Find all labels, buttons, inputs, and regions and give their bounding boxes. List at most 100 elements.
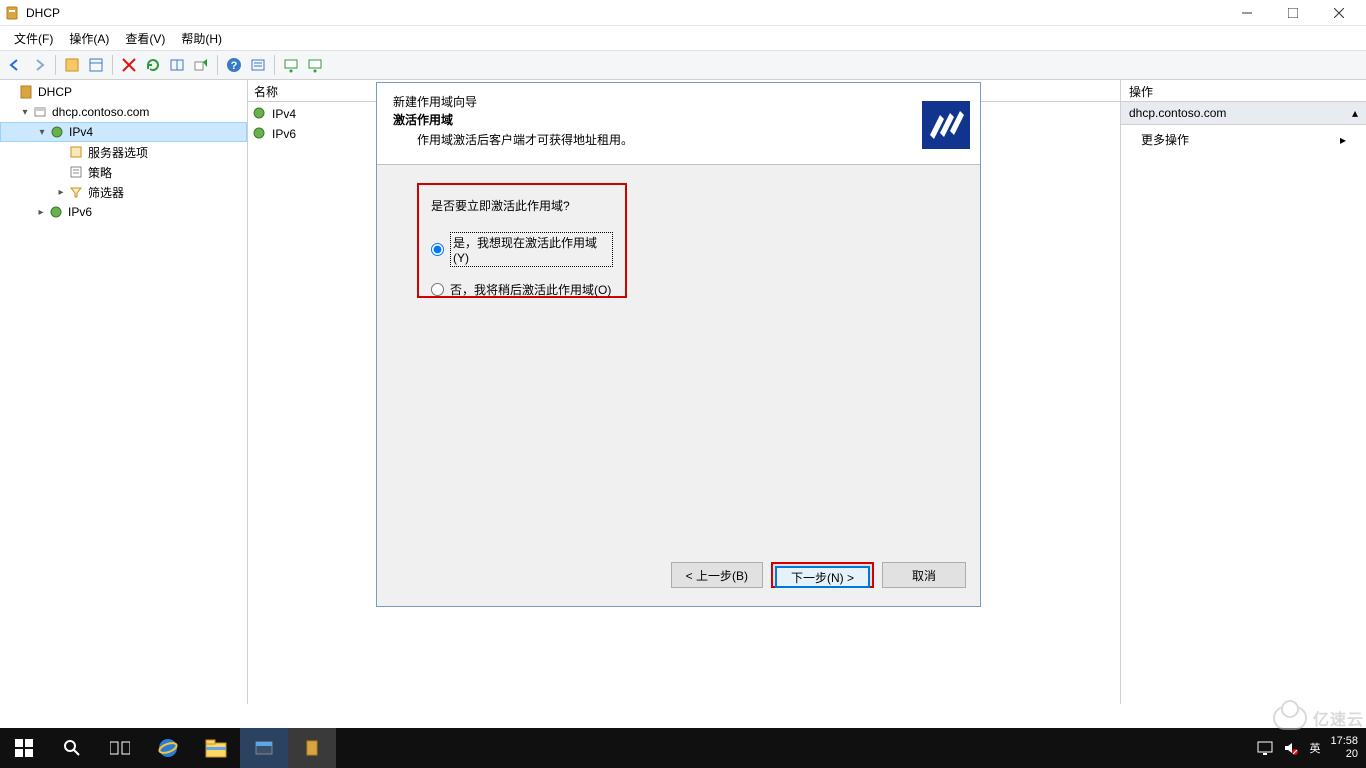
menu-view[interactable]: 查看(V): [117, 28, 173, 49]
title-bar: DHCP: [0, 0, 1366, 26]
toolbar-delete-icon[interactable]: [118, 54, 140, 76]
tray-volume-icon[interactable]: [1283, 741, 1299, 755]
menu-help[interactable]: 帮助(H): [173, 28, 230, 49]
wizard-description: 作用域激活后客户端才可获得地址租用。: [417, 131, 633, 148]
close-button[interactable]: [1316, 0, 1362, 26]
wizard-heading: 激活作用域: [393, 111, 453, 128]
radio-no-label: 否，我将稍后激活此作用域(O): [450, 281, 611, 298]
tree-label: IPv4: [69, 125, 93, 139]
nav-forward-button[interactable]: [28, 54, 50, 76]
list-pane: 名称 IPv4 IPv6 新建作用域向导 激活作用域 作用域激活后客户端才可获得…: [248, 80, 1121, 704]
collapse-icon[interactable]: ▴: [1352, 106, 1358, 120]
tree-node-filters[interactable]: ▸ 筛选器: [0, 182, 247, 202]
menu-file[interactable]: 文件(F): [6, 28, 61, 49]
caret-right-icon: ▸: [54, 187, 68, 198]
ipv4-icon: [252, 106, 268, 122]
toolbar-export-icon[interactable]: [166, 54, 188, 76]
toolbar-separator: [112, 55, 113, 75]
action-section-title[interactable]: dhcp.contoso.com ▴: [1121, 102, 1366, 125]
nav-back-button[interactable]: [4, 54, 26, 76]
toolbar-separator: [55, 55, 56, 75]
wizard-question: 是否要立即激活此作用域?: [431, 197, 613, 214]
wizard-header: 新建作用域向导 激活作用域 作用域激活后客户端才可获得地址租用。: [377, 83, 980, 165]
toolbar-server2-icon[interactable]: [304, 54, 326, 76]
radio-activate-yes[interactable]: 是，我想现在激活此作用域(Y): [431, 232, 613, 267]
ipv6-icon: [252, 126, 268, 142]
toolbar-list-icon[interactable]: [247, 54, 269, 76]
action-more-label: 更多操作: [1141, 131, 1189, 148]
toolbar-help-icon[interactable]: ?: [223, 54, 245, 76]
toolbar-refresh-icon[interactable]: [142, 54, 164, 76]
action-more[interactable]: 更多操作 ▸: [1121, 125, 1366, 154]
taskbar-ie[interactable]: [144, 728, 192, 768]
toolbar-properties-icon[interactable]: [85, 54, 107, 76]
tray-network-icon[interactable]: [1257, 741, 1273, 755]
tree-node-ipv4[interactable]: ▾ IPv4: [0, 122, 247, 142]
menu-action[interactable]: 操作(A): [61, 28, 117, 49]
dhcp-icon: [18, 84, 34, 100]
tree-node-dhcp[interactable]: DHCP: [0, 82, 247, 102]
back-button[interactable]: < 上一步(B): [671, 562, 763, 588]
window-title: DHCP: [26, 6, 1224, 20]
toolbar-run-icon[interactable]: [190, 54, 212, 76]
svg-text:?: ?: [231, 60, 238, 72]
watermark: 亿速云: [1273, 706, 1364, 730]
caret-down-icon: ▾: [35, 127, 49, 138]
ipv4-icon: [49, 124, 65, 140]
minimize-button[interactable]: [1224, 0, 1270, 26]
menu-bar: 文件(F) 操作(A) 查看(V) 帮助(H): [0, 26, 1366, 50]
caret-right-icon: ▸: [34, 207, 48, 218]
search-button[interactable]: [48, 728, 96, 768]
radio-yes-input[interactable]: [431, 243, 444, 256]
new-scope-wizard: 新建作用域向导 激活作用域 作用域激活后客户端才可获得地址租用。 是否要立即激活…: [376, 82, 981, 607]
watermark-text: 亿速云: [1313, 706, 1364, 730]
tray-time: 17:58: [1330, 735, 1358, 748]
filters-icon: [68, 184, 84, 200]
cloud-icon: [1273, 706, 1307, 730]
caret-down-icon: ▾: [18, 107, 32, 118]
taskbar: 英 17:58 20: [0, 728, 1366, 768]
radio-activate-no[interactable]: 否，我将稍后激活此作用域(O): [431, 281, 613, 298]
action-pane-header: 操作: [1121, 80, 1366, 102]
toolbar-separator: [274, 55, 275, 75]
system-tray: 英 17:58 20: [1257, 735, 1366, 761]
tray-ime[interactable]: 英: [1309, 740, 1320, 756]
tree-label: IPv6: [68, 205, 92, 219]
radio-no-input[interactable]: [431, 283, 444, 296]
toolbar-server-icon[interactable]: [280, 54, 302, 76]
action-pane: 操作 dhcp.contoso.com ▴ 更多操作 ▸: [1121, 80, 1366, 704]
start-button[interactable]: [0, 728, 48, 768]
tree-label: 策略: [88, 164, 112, 181]
taskbar-dhcp[interactable]: [288, 728, 336, 768]
options-icon: [68, 144, 84, 160]
radio-yes-label: 是，我想现在激活此作用域(Y): [450, 232, 613, 267]
wizard-body: 是否要立即激活此作用域? 是，我想现在激活此作用域(Y) 否，我将稍后激活此作用…: [377, 165, 980, 545]
tray-date: 20: [1330, 748, 1358, 761]
taskbar-server-manager[interactable]: [240, 728, 288, 768]
maximize-button[interactable]: [1270, 0, 1316, 26]
toolbar-new-icon[interactable]: [61, 54, 83, 76]
tree-label: 服务器选项: [88, 144, 148, 161]
tree-node-policies[interactable]: 策略: [0, 162, 247, 182]
toolbar: ?: [0, 50, 1366, 80]
tray-clock[interactable]: 17:58 20: [1330, 735, 1358, 761]
list-label: IPv6: [272, 127, 296, 141]
tree-node-server-options[interactable]: 服务器选项: [0, 142, 247, 162]
main-content: DHCP ▾ dhcp.contoso.com ▾ IPv4 服务器选项 策略: [0, 80, 1366, 704]
wizard-footer: < 上一步(B) 下一步(N) > 取消: [377, 545, 980, 605]
list-label: IPv4: [272, 107, 296, 121]
next-button-highlight: 下一步(N) >: [771, 562, 874, 588]
tree-node-ipv6[interactable]: ▸ IPv6: [0, 202, 247, 222]
taskbar-explorer[interactable]: [192, 728, 240, 768]
next-button[interactable]: 下一步(N) >: [775, 566, 870, 588]
tree-node-server[interactable]: ▾ dhcp.contoso.com: [0, 102, 247, 122]
tree[interactable]: DHCP ▾ dhcp.contoso.com ▾ IPv4 服务器选项 策略: [0, 80, 247, 224]
tree-pane: DHCP ▾ dhcp.contoso.com ▾ IPv4 服务器选项 策略: [0, 80, 248, 704]
action-section-label: dhcp.contoso.com: [1129, 106, 1226, 120]
tree-label: 筛选器: [88, 184, 124, 201]
policies-icon: [68, 164, 84, 180]
toolbar-separator: [217, 55, 218, 75]
cancel-button[interactable]: 取消: [882, 562, 966, 588]
task-view-button[interactable]: [96, 728, 144, 768]
tree-label: dhcp.contoso.com: [52, 105, 149, 119]
